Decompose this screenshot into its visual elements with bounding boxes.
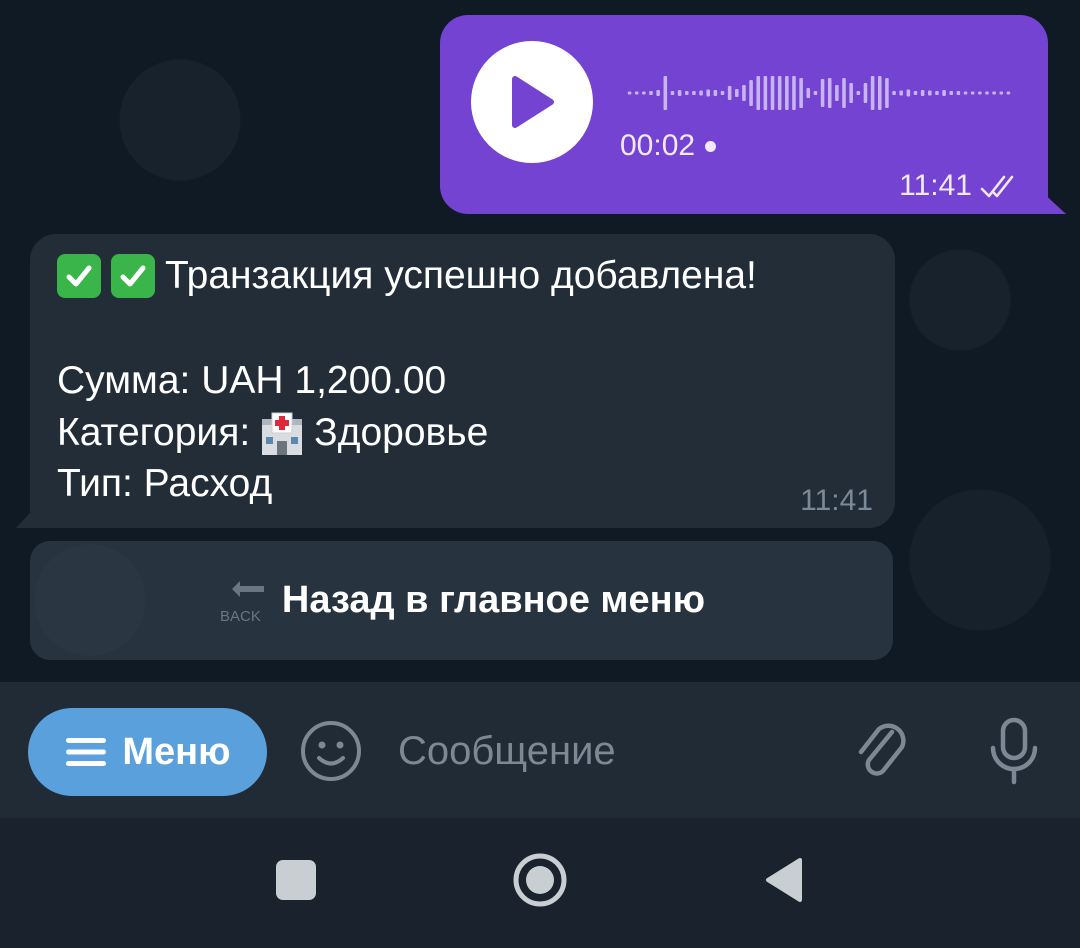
waveform-bar	[956, 91, 961, 95]
waveform-bar	[842, 78, 846, 108]
waveform-bar	[749, 80, 753, 106]
waveform-bar	[656, 90, 660, 96]
waveform-bar	[1006, 91, 1011, 95]
voice-duration-text: 00:02	[620, 129, 696, 162]
waveform-bar	[913, 91, 918, 95]
waveform-bar	[928, 90, 932, 96]
waveform-bar	[849, 83, 853, 103]
waveform-bar	[699, 90, 703, 96]
waveform-bar	[663, 76, 668, 110]
back-button-label: Назад в главное меню	[281, 579, 706, 621]
waveform-bar	[720, 91, 725, 95]
waveform-bar	[634, 91, 639, 95]
type-line: Тип: Расход	[57, 462, 273, 505]
waveform-bar	[892, 91, 896, 95]
system-navigation-bar	[0, 818, 1080, 948]
waveform-bar	[727, 86, 732, 100]
waveform-bar	[999, 91, 1004, 95]
waveform-bar	[827, 78, 832, 108]
waveform-bar	[899, 90, 903, 96]
category-prefix: Категория:	[57, 411, 251, 454]
waveform-bar	[806, 88, 811, 98]
waveform-bar	[856, 91, 861, 95]
waveform-bar	[763, 76, 768, 110]
back-arrow-icon: BACK	[220, 580, 264, 625]
unplayed-dot	[705, 140, 717, 152]
waveform-bar	[713, 90, 718, 96]
hospital-icon	[262, 412, 303, 455]
voice-message-time: 11:41	[899, 169, 972, 202]
message-title: Транзакция успешно добавлена!	[165, 254, 757, 297]
emoji-icon[interactable]	[298, 718, 364, 784]
waveform-bar	[735, 89, 739, 97]
voice-message-bubble[interactable]: 00:02 11:41	[440, 15, 1048, 214]
waveform-bar	[835, 85, 839, 101]
check-mark-icon	[57, 254, 101, 298]
bot-message-bubble: Транзакция успешно добавлена! Сумма: UAH…	[30, 234, 895, 528]
waveform-bar	[992, 91, 996, 95]
back-to-main-menu-button[interactable]: BACK Назад в главное меню	[30, 541, 893, 660]
waveform-bar	[677, 90, 682, 96]
play-button[interactable]	[471, 41, 593, 163]
waveform-bar	[642, 91, 646, 95]
waveform-bar	[799, 78, 803, 108]
waveform-bar	[885, 78, 889, 108]
waveform-bar	[949, 91, 954, 95]
waveform-bar	[742, 85, 746, 101]
waveform-bar	[970, 91, 975, 95]
play-icon	[512, 76, 554, 128]
waveform-bar	[756, 76, 761, 110]
waveform-bar	[813, 91, 818, 95]
menu-label: Меню	[122, 730, 231, 773]
waveform-bar	[670, 91, 675, 95]
waveform-bar	[877, 76, 882, 110]
waveform-bar	[935, 91, 939, 95]
waveform-bar	[627, 91, 632, 95]
waveform-bar	[684, 91, 689, 95]
waveform-bar	[770, 76, 775, 110]
waveform-bar	[777, 76, 782, 110]
waveform-bar	[863, 83, 868, 103]
waveform-bar	[906, 89, 911, 97]
waveform-bar	[785, 76, 789, 110]
back-icon-text: BACK	[220, 608, 261, 625]
waveform-bar	[985, 91, 989, 95]
double-check-icon	[980, 175, 1014, 198]
microphone-icon[interactable]	[985, 716, 1043, 786]
voice-duration: 00:02	[620, 129, 717, 163]
hamburger-icon	[66, 738, 107, 766]
waveform-bar	[978, 91, 982, 95]
bot-message-time: 11:41	[800, 484, 873, 517]
waveform-bar	[692, 91, 696, 95]
waveform-bar	[820, 79, 825, 107]
check-mark-icon	[111, 254, 155, 298]
waveform-bar	[706, 89, 710, 97]
home-button[interactable]	[512, 852, 568, 908]
amount-line: Сумма: UAH 1,200.00	[57, 359, 447, 402]
recent-apps-button[interactable]	[276, 860, 316, 900]
waveform-bar	[942, 90, 946, 96]
waveform-bar	[649, 91, 653, 95]
waveform-bar	[792, 76, 796, 110]
waveform-bar	[870, 76, 875, 110]
message-input-bar: Меню	[0, 682, 1080, 818]
category-name: Здоровье	[314, 411, 489, 454]
voice-waveform[interactable]	[626, 65, 1012, 121]
category-line: Категория: Здоровье	[57, 409, 488, 457]
waveform-bar	[920, 90, 925, 96]
paperclip-icon[interactable]	[852, 716, 914, 786]
bot-menu-button[interactable]: Меню	[28, 708, 267, 796]
message-title-line: Транзакция успешно добавлена!	[57, 254, 757, 298]
message-input[interactable]	[396, 720, 820, 782]
back-button[interactable]	[764, 856, 804, 904]
waveform-bar	[963, 91, 968, 95]
